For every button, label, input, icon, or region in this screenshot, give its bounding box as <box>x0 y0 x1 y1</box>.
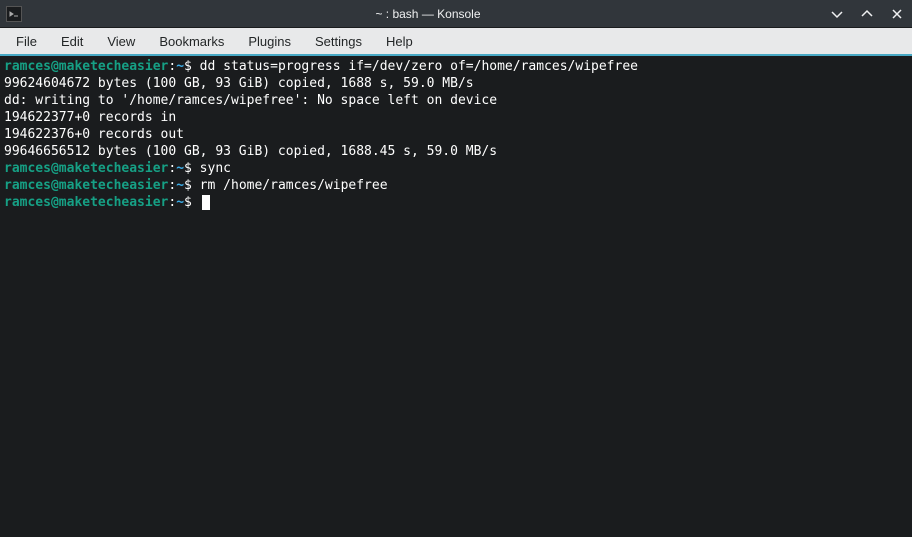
window-title: ~ : bash — Konsole <box>28 7 828 21</box>
terminal-line: 194622377+0 records in <box>4 109 908 126</box>
terminal-line: dd: writing to '/home/ramces/wipefree': … <box>4 92 908 109</box>
menu-file[interactable]: File <box>4 30 49 53</box>
menu-bookmarks[interactable]: Bookmarks <box>147 30 236 53</box>
terminal-area[interactable]: ramces@maketecheasier:~$ dd status=progr… <box>0 56 912 537</box>
terminal-line: 99624604672 bytes (100 GB, 93 GiB) copie… <box>4 75 908 92</box>
terminal-line: ramces@maketecheasier:~$ dd status=progr… <box>4 58 908 75</box>
terminal-line: 99646656512 bytes (100 GB, 93 GiB) copie… <box>4 143 908 160</box>
menu-view[interactable]: View <box>95 30 147 53</box>
window-titlebar: ~ : bash — Konsole <box>0 0 912 28</box>
menu-settings[interactable]: Settings <box>303 30 374 53</box>
minimize-button[interactable] <box>828 5 846 23</box>
menu-plugins[interactable]: Plugins <box>236 30 303 53</box>
menu-help[interactable]: Help <box>374 30 425 53</box>
terminal-line: 194622376+0 records out <box>4 126 908 143</box>
terminal-line: ramces@maketecheasier:~$ <box>4 194 908 211</box>
maximize-button[interactable] <box>858 5 876 23</box>
window-controls <box>828 5 906 23</box>
cursor <box>202 195 210 210</box>
app-icon <box>6 6 22 22</box>
close-button[interactable] <box>888 5 906 23</box>
menu-bar: File Edit View Bookmarks Plugins Setting… <box>0 28 912 56</box>
terminal-line: ramces@maketecheasier:~$ rm /home/ramces… <box>4 177 908 194</box>
menu-edit[interactable]: Edit <box>49 30 95 53</box>
terminal-line: ramces@maketecheasier:~$ sync <box>4 160 908 177</box>
